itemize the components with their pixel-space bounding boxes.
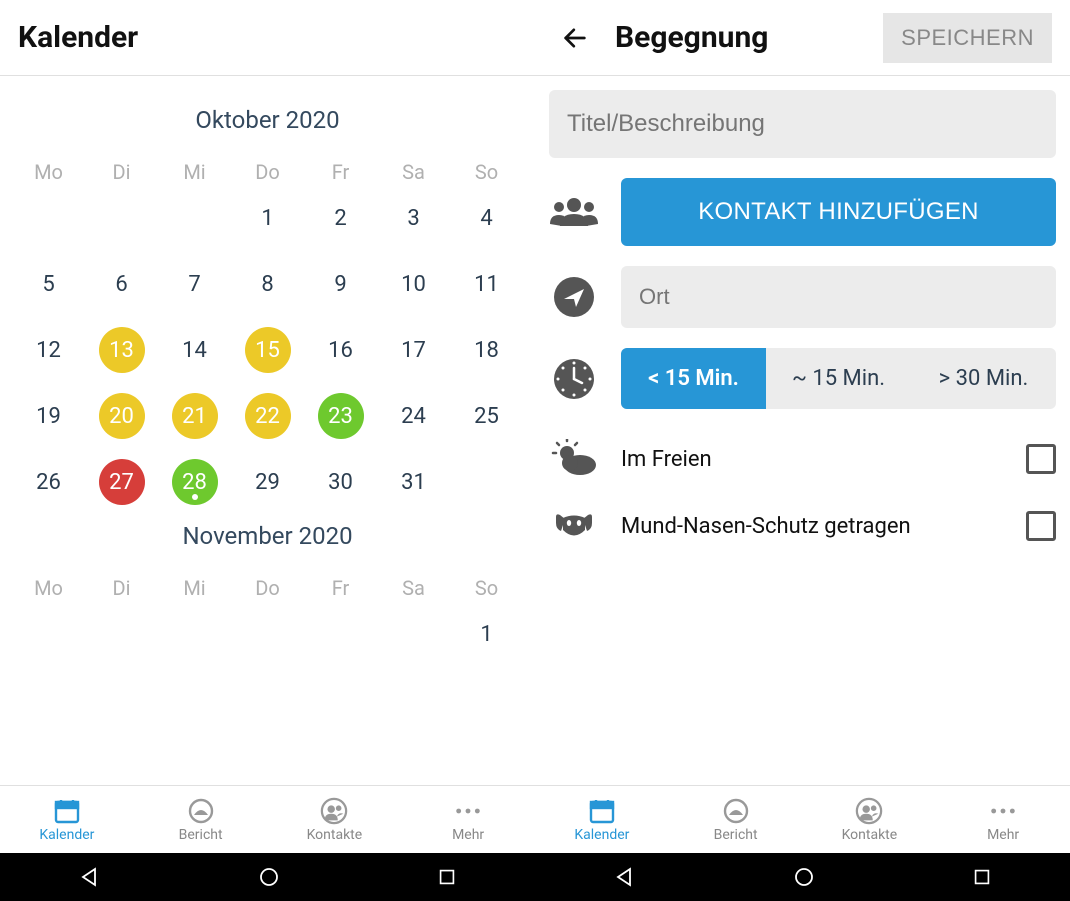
weekday-label: Mo [12, 568, 85, 608]
calendar-day[interactable]: 30 [318, 459, 364, 505]
nav-contacts[interactable]: Kontakte [268, 786, 402, 853]
calendar-day[interactable]: 14 [172, 327, 218, 373]
calendar-icon [53, 797, 81, 825]
contacts-icon [320, 797, 348, 825]
calendar-day[interactable]: 12 [26, 327, 72, 373]
duration-option[interactable]: < 15 Min. [621, 348, 766, 409]
calendar-day[interactable]: 28 [172, 459, 218, 505]
calendar-day[interactable]: 15 [245, 327, 291, 373]
android-back-button[interactable] [613, 865, 637, 889]
weather-icon [549, 439, 599, 479]
mask-icon [549, 509, 599, 543]
people-icon [549, 196, 599, 228]
android-recent-button[interactable] [436, 866, 458, 888]
weekday-label: Mi [158, 568, 231, 608]
calendar-day[interactable]: 16 [318, 327, 364, 373]
calendar-view[interactable]: Oktober 2020MoDiMiDoFrSaSo12345678910111… [0, 76, 535, 785]
duration-option[interactable]: > 30 Min. [911, 348, 1056, 409]
calendar-day[interactable]: 1 [464, 611, 510, 657]
android-home-button[interactable] [257, 865, 281, 889]
more-icon [454, 797, 482, 825]
page-title: Kalender [18, 20, 138, 55]
mask-label: Mund-Nasen-Schutz getragen [621, 514, 1004, 539]
android-home-button[interactable] [792, 865, 816, 889]
nav-contacts[interactable]: Kontakte [803, 786, 937, 853]
calendar-day[interactable]: 10 [391, 261, 437, 307]
calendar-day[interactable]: 7 [172, 261, 218, 307]
nav-gauge[interactable]: Bericht [669, 786, 803, 853]
nav-label: Kontakte [307, 827, 363, 843]
nav-label: Kontakte [842, 827, 898, 843]
calendar-day[interactable]: 23 [318, 393, 364, 439]
nav-more[interactable]: Mehr [401, 786, 535, 853]
outdoor-checkbox[interactable] [1026, 444, 1056, 474]
more-icon [989, 797, 1017, 825]
calendar-day[interactable]: 18 [464, 327, 510, 373]
weekday-label: Do [231, 152, 304, 192]
calendar-day[interactable]: 22 [245, 393, 291, 439]
calendar-day[interactable]: 31 [391, 459, 437, 505]
page-title: Begegnung [615, 20, 768, 55]
gauge-icon [722, 797, 750, 825]
calendar-day[interactable]: 13 [99, 327, 145, 373]
calendar-day[interactable]: 8 [245, 261, 291, 307]
duration-option[interactable]: ~ 15 Min. [766, 348, 911, 409]
weekday-label: Do [231, 568, 304, 608]
back-button[interactable] [553, 20, 597, 56]
location-icon [549, 275, 599, 319]
calendar-day[interactable]: 1 [245, 195, 291, 241]
weekday-label: Mi [158, 152, 231, 192]
add-contact-button[interactable]: KONTAKT HINZUFÜGEN [621, 178, 1056, 246]
nav-label: Bericht [179, 827, 223, 843]
calendar-day[interactable]: 21 [172, 393, 218, 439]
nav-calendar[interactable]: Kalender [0, 786, 134, 853]
nav-label: Kalender [39, 827, 94, 843]
calendar-day[interactable]: 19 [26, 393, 72, 439]
nav-gauge[interactable]: Bericht [134, 786, 268, 853]
nav-label: Mehr [452, 827, 484, 843]
weekday-label: Sa [377, 152, 450, 192]
calendar-day[interactable]: 3 [391, 195, 437, 241]
nav-label: Bericht [714, 827, 758, 843]
calendar-day[interactable]: 5 [26, 261, 72, 307]
save-button[interactable]: SPEICHERN [883, 13, 1052, 63]
calendar-icon [588, 797, 616, 825]
calendar-day[interactable]: 27 [99, 459, 145, 505]
clock-icon [549, 357, 599, 401]
nav-more[interactable]: Mehr [936, 786, 1070, 853]
calendar-day[interactable]: 17 [391, 327, 437, 373]
android-recent-button[interactable] [971, 866, 993, 888]
calendar-day[interactable]: 11 [464, 261, 510, 307]
month-title: Oktober 2020 [12, 106, 523, 134]
title-input[interactable] [549, 90, 1056, 158]
gauge-icon [187, 797, 215, 825]
calendar-day[interactable]: 26 [26, 459, 72, 505]
weekday-label: Mo [12, 152, 85, 192]
weekday-label: Di [85, 152, 158, 192]
month-title: November 2020 [12, 522, 523, 550]
weekday-label: So [450, 568, 523, 608]
calendar-day[interactable]: 20 [99, 393, 145, 439]
location-input[interactable] [621, 266, 1056, 328]
nav-label: Kalender [574, 827, 629, 843]
contacts-icon [855, 797, 883, 825]
weekday-label: Fr [304, 568, 377, 608]
duration-segmented: < 15 Min.~ 15 Min.> 30 Min. [621, 348, 1056, 409]
calendar-day[interactable]: 2 [318, 195, 364, 241]
calendar-day[interactable]: 29 [245, 459, 291, 505]
calendar-day[interactable]: 24 [391, 393, 437, 439]
calendar-day[interactable]: 6 [99, 261, 145, 307]
mask-checkbox[interactable] [1026, 511, 1056, 541]
weekday-label: Di [85, 568, 158, 608]
calendar-day[interactable]: 4 [464, 195, 510, 241]
weekday-label: So [450, 152, 523, 192]
nav-calendar[interactable]: Kalender [535, 786, 669, 853]
outdoor-label: Im Freien [621, 447, 1004, 472]
weekday-label: Fr [304, 152, 377, 192]
nav-label: Mehr [987, 827, 1019, 843]
calendar-day[interactable]: 9 [318, 261, 364, 307]
weekday-label: Sa [377, 568, 450, 608]
calendar-day[interactable]: 25 [464, 393, 510, 439]
android-back-button[interactable] [78, 865, 102, 889]
